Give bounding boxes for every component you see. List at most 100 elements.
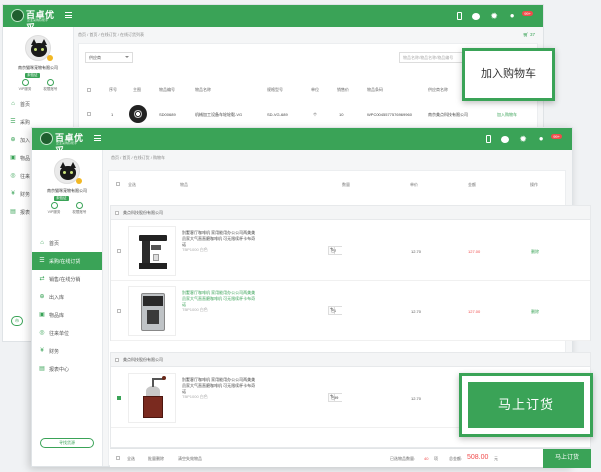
item-description[interactable]: 别墅客厅咖啡机 家用能用办公公司两美美员家大气直直磨咖啡机 可无限续杯卡布奇诺: [182, 377, 257, 395]
cat-eye-icon: [70, 171, 73, 174]
item-checkbox[interactable]: [117, 249, 121, 254]
cart-icon: 🛒︎: [523, 32, 530, 37]
wheel-product-image[interactable]: [129, 105, 147, 123]
select-all-checkbox[interactable]: [116, 182, 120, 187]
sidebar: 南京猫咪宠物有限公司 未验证 VIP服务 权限账号 ⌂ 首页 ☰ 采购/在线订货 ⇄…: [32, 150, 103, 466]
group-checkbox[interactable]: [115, 210, 119, 215]
clear-invalid-link[interactable]: 清空失效物品: [178, 456, 202, 462]
logo[interactable]: 百卓优采 企业采购好帮手: [40, 131, 90, 156]
col-amount: 金额: [468, 182, 476, 187]
report-icon: ▤: [39, 366, 45, 372]
row-barcode: WPC0045577576969960: [367, 112, 412, 117]
cart-icon: ☰: [39, 258, 45, 264]
key-icon: [75, 202, 83, 209]
group-checkbox[interactable]: [115, 357, 119, 362]
user-icon[interactable]: ●: [537, 135, 545, 143]
item-description[interactable]: 别墅客厅咖啡机 家用能用办公公司两美美员家大气直直磨咖啡机 可无限续杯卡布奇诺: [182, 290, 257, 308]
find-supply-button[interactable]: 市: [11, 316, 23, 326]
row-checkbox[interactable]: [87, 112, 91, 117]
vip-link[interactable]: VIP服务: [19, 79, 31, 92]
sidebar-item-label: 物品: [20, 155, 31, 162]
cat-avatar-icon: [31, 39, 47, 57]
profile-links: VIP服务 权限账号: [3, 79, 73, 92]
company-name: 南京猫咪宠物有限公司: [47, 188, 87, 193]
mobile-icon[interactable]: [486, 135, 492, 143]
gear-icon[interactable]: ✹: [490, 12, 498, 21]
select-all-checkbox[interactable]: [87, 87, 91, 93]
item-amount: 127.00: [468, 309, 481, 314]
finance-icon: ¥: [11, 191, 15, 197]
finance-icon: ¥: [40, 348, 44, 354]
notification-badge: 99+: [522, 10, 533, 16]
sidebar-item-home[interactable]: ⌂ 首页: [32, 234, 102, 252]
supplier-name: 美点科技股份有限公司: [123, 209, 163, 215]
find-supply-button[interactable]: 寻找货源: [40, 438, 94, 448]
mobile-icon[interactable]: [457, 12, 463, 20]
batch-delete-link[interactable]: 批量删除: [148, 456, 164, 462]
user-icon[interactable]: ●: [508, 12, 516, 20]
join-icon: ⊕: [10, 137, 16, 143]
menu-toggle-icon[interactable]: [94, 135, 101, 141]
item-unit-price: 12.70: [411, 396, 422, 401]
delete-link[interactable]: 删除: [531, 309, 539, 315]
sidebar-item-home[interactable]: ⌂ 首页: [3, 95, 73, 113]
coffee-machine-image[interactable]: [128, 286, 176, 336]
permission-link[interactable]: 权限账号: [72, 202, 86, 215]
checkout-button[interactable]: 马上订货: [543, 449, 591, 468]
add-to-cart-callout[interactable]: 加入购物车: [462, 48, 555, 101]
delete-link[interactable]: 删除: [531, 249, 539, 255]
row-unit: 个: [313, 112, 317, 117]
logo-badge-icon: [11, 9, 24, 22]
bottom-select-all-checkbox[interactable]: [116, 456, 120, 461]
message-icon[interactable]: [472, 12, 481, 20]
sidebar-item-sales[interactable]: ⇄ 销售/在线分销: [32, 270, 102, 288]
breadcrumb: 首页 / 首页 / 在线订货 / 在线订货列表: [78, 32, 145, 37]
item-checkbox[interactable]: [117, 396, 121, 401]
supplier-select[interactable]: 供应商: [85, 52, 133, 63]
gear-icon[interactable]: ✹: [519, 135, 527, 144]
qty-unit: 台: [331, 394, 335, 400]
qty-unit: 台: [331, 307, 335, 313]
stock-icon: ⊕: [39, 294, 45, 300]
sidebar-item-goods[interactable]: ▣ 物品库: [32, 306, 102, 324]
top-bar: 百卓优采 企业采购好帮手 ✹ ● 99+: [32, 128, 572, 156]
vip-link[interactable]: VIP服务: [47, 202, 61, 215]
sidebar-item-partners[interactable]: ◎ 往来单位: [32, 324, 102, 342]
item-description[interactable]: 别墅客厅咖啡机 家用能用办公公司两美美员家大气直直磨咖啡机 可无限续杯卡布奇诺: [182, 230, 257, 248]
cat-avatar-icon: [60, 162, 76, 180]
vip-icon: [21, 79, 29, 86]
add-to-cart-link[interactable]: 加入购物车: [497, 112, 517, 118]
item-checkbox[interactable]: [117, 309, 121, 314]
sidebar-item-reports[interactable]: ▤ 报表中心: [32, 360, 102, 378]
item-spec: TBP1000 白色: [182, 307, 208, 312]
menu-toggle-icon[interactable]: [65, 12, 72, 18]
row-spec: SD-VG-689: [267, 112, 288, 117]
item-amount: 127.00: [468, 249, 481, 254]
row-price: 10: [339, 112, 344, 117]
vip-label: VIP服务: [47, 210, 61, 214]
message-icon[interactable]: [501, 135, 510, 143]
espresso-machine-image[interactable]: [128, 226, 176, 276]
sidebar-item-finance[interactable]: ¥ 财务: [32, 342, 102, 360]
row-index: 1: [111, 112, 114, 117]
top-icons: ✹ ● 99+: [457, 10, 537, 21]
logo[interactable]: 百卓优采 企业采购好帮手: [11, 8, 61, 33]
permission-link[interactable]: 权限账号: [43, 79, 57, 92]
coffee-grinder-image[interactable]: [128, 373, 176, 423]
sidebar-item-stock[interactable]: ⊕ 出入库: [32, 288, 102, 306]
col-spec: 规格型号: [267, 87, 283, 92]
col-product: 物品: [180, 182, 188, 187]
notification-badge: 99+: [551, 133, 562, 139]
cart-item: 别墅客厅咖啡机 家用能用办公公司两美美员家大气直直磨咖啡机 可无限续杯卡布奇诺 …: [111, 281, 590, 341]
cart-bottom-bar: 全选 批量删除 清空失效物品 已选物品数量: 40 项 总金额: 508.00 …: [110, 448, 591, 468]
sidebar-item-purchase[interactable]: ☰ 采购/在线订货: [32, 252, 102, 270]
home-icon: ⌂: [40, 240, 44, 246]
sidebar-item-label: 加入: [20, 137, 31, 144]
logo-slogan: 企业采购好帮手: [56, 141, 78, 145]
item-spec: TBP1000 白色: [182, 394, 208, 399]
col-select-all: 全选: [128, 182, 136, 187]
partners-icon: ◎: [10, 173, 16, 179]
order-now-button[interactable]: 马上订货: [468, 382, 584, 428]
cart-link[interactable]: 🛒︎ 37: [523, 32, 535, 38]
supplier-name: 美点科技股份有限公司: [123, 356, 163, 362]
